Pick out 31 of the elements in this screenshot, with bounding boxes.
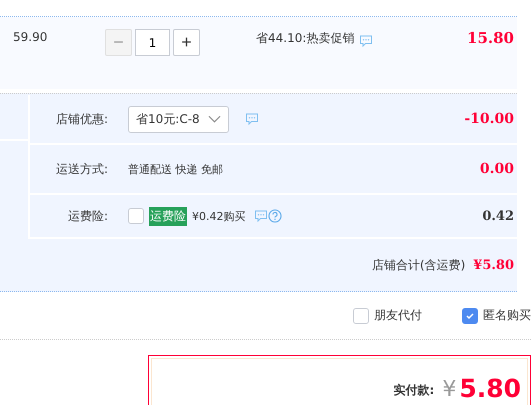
insurance-price: ¥0.42购买 [192,208,246,224]
chat-icon[interactable] [359,34,374,48]
checkbox[interactable] [353,308,369,324]
amount: -10.00 [464,111,514,127]
option-label[interactable]: 匿名购买 [483,307,531,324]
checkbox[interactable] [128,208,144,224]
chat-icon[interactable] [244,112,259,126]
field-label: 店铺优惠: [54,110,108,128]
option-label[interactable]: 朋友代付 [374,307,422,324]
field-label: 运送方式: [54,160,108,178]
payment-label: 实付款: [394,382,434,399]
checkbox[interactable] [462,308,478,324]
currency-symbol: ¥ [442,379,456,401]
shipping-method: 普通配送 快递 免邮 [128,162,223,176]
payment-amount: 5.80 [459,376,521,401]
chat-icon[interactable] [254,209,268,223]
amount: 0.00 [480,161,514,177]
caret-icon [208,115,221,123]
increase-button[interactable]: + [173,29,200,56]
subtotal-amount: 15.80 [467,29,514,47]
unit-price: 59.90 [13,29,48,44]
field-label: 运费险: [66,208,108,224]
checkmark-icon [465,310,475,320]
help-icon[interactable] [268,209,282,223]
store-total-label: 店铺合计(含运费) [372,256,466,274]
discount-dropdown[interactable]: 省10元:C-8 [128,106,229,132]
promotion-text: 省44.10:热卖促销 [256,30,354,47]
quantity-field[interactable]: 1 [135,29,170,56]
store-total-amount: ¥5.80 [473,258,514,272]
insurance-tag: 运费险 [149,206,187,226]
amount: 0.42 [482,208,514,224]
